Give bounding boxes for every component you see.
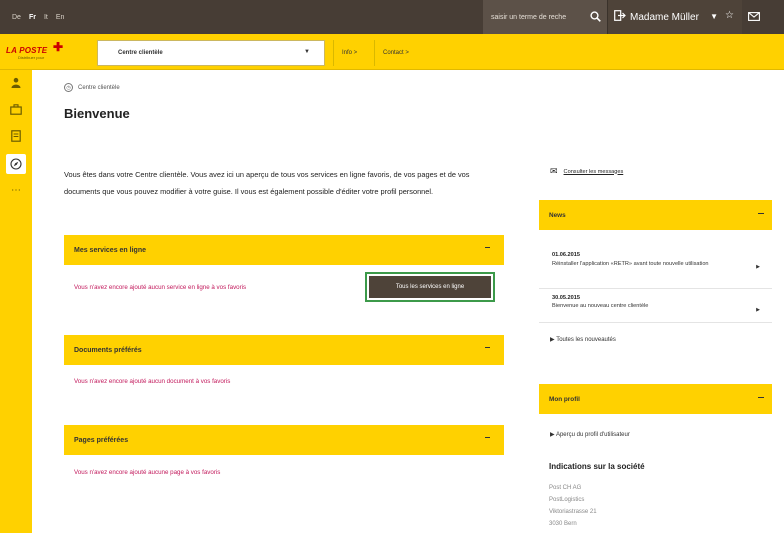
briefcase-icon[interactable]: [9, 104, 23, 118]
chevron-down-icon[interactable]: ▼: [710, 12, 718, 21]
compass-icon[interactable]: [6, 154, 26, 174]
address-line: Post CH AG: [549, 485, 582, 491]
profile-link[interactable]: ▶ Aperçu du profil d'utilisateur: [550, 431, 630, 438]
news-item[interactable]: 30.05.2015 Bienvenue au nouveau centre c…: [539, 295, 772, 313]
section-header-pages[interactable]: Pages préférées: [64, 425, 504, 455]
chevron-down-icon: ▼: [304, 49, 310, 55]
profile-link-label: Aperçu du profil d'utilisateur: [555, 432, 630, 438]
chevron-right-icon: ▶: [756, 307, 760, 313]
section-title: Pages préférées: [74, 436, 129, 444]
receipt-icon[interactable]: [9, 130, 23, 144]
chevron-right-icon: ▶: [550, 432, 555, 438]
user-icon[interactable]: [9, 77, 23, 91]
divider: [539, 322, 772, 323]
empty-message-services: Vous n'avez encore ajouté aucun service …: [74, 284, 247, 291]
logo-text: LA POSTE: [6, 46, 48, 55]
company-address: Post CH AG PostLogistics Viktoriastrasse…: [549, 482, 597, 530]
page-title: Bienvenue: [64, 106, 130, 121]
section-title: Mes services en ligne: [74, 246, 146, 254]
search-input[interactable]: saisir un terme de reche: [483, 0, 607, 34]
section-header-documents[interactable]: Documents préférés: [64, 335, 504, 365]
collapse-icon[interactable]: [485, 347, 490, 348]
user-menu[interactable]: Madame Müller ▼ ☆: [607, 0, 742, 34]
lang-en[interactable]: En: [56, 14, 65, 21]
mail-button[interactable]: [742, 0, 784, 34]
logo-tagline: Distribuer pour: [18, 55, 45, 60]
divider: [539, 288, 772, 289]
news-date: 01.06.2015: [552, 252, 580, 258]
profile-header[interactable]: Mon profil: [539, 384, 772, 414]
address-line: Viktoriastrasse 21: [549, 509, 597, 515]
collapse-icon[interactable]: [758, 397, 764, 398]
more-icon[interactable]: ⋯: [9, 184, 23, 198]
nav-link-contact[interactable]: Contact >: [374, 40, 417, 66]
collapse-icon[interactable]: [485, 247, 490, 248]
breadcrumb: ◷ Centre clientèle: [64, 83, 120, 92]
all-services-button[interactable]: Tous les services en ligne: [365, 272, 495, 302]
chevron-right-icon: ▶: [756, 264, 760, 270]
compass-icon: ◷: [64, 83, 73, 92]
nav-link-info[interactable]: Info >: [333, 40, 365, 66]
collapse-icon[interactable]: [485, 437, 490, 438]
intro-text: Vous êtes dans votre Centre clientèle. V…: [64, 170, 470, 196]
address-line: PostLogistics: [549, 497, 585, 503]
left-rail: ⋯: [0, 70, 32, 533]
mail-icon: ✉: [550, 166, 558, 176]
chevron-right-icon: ▶: [550, 337, 555, 343]
collapse-icon[interactable]: [758, 213, 764, 214]
star-icon[interactable]: ☆: [725, 10, 734, 21]
news-header[interactable]: News: [539, 200, 772, 230]
section-title: Documents préférés: [74, 346, 142, 354]
address-line: 3030 Bern: [549, 521, 577, 527]
all-news-link[interactable]: ▶ Toutes les nouveautés: [550, 336, 616, 343]
section-select[interactable]: Centre clientèle ▼: [97, 40, 325, 66]
user-name: Madame Müller: [630, 11, 699, 23]
profile-title: Mon profil: [549, 395, 580, 403]
empty-message-documents: Vous n'avez encore ajouté aucun document…: [74, 378, 231, 385]
section-header-services[interactable]: Mes services en ligne: [64, 235, 504, 265]
news-item[interactable]: 01.06.2015 Réinstaller l'application «RE…: [539, 252, 772, 270]
lang-fr[interactable]: Fr: [29, 14, 36, 21]
section-select-value: Centre clientèle: [118, 50, 163, 56]
company-title: Indications sur la société: [549, 462, 645, 471]
swiss-cross-icon: ✚: [53, 40, 64, 54]
lang-de[interactable]: De: [12, 14, 21, 21]
mail-icon: [748, 11, 760, 23]
news-text: Bienvenue au nouveau centre clientèle: [552, 303, 649, 309]
lang-it[interactable]: It: [44, 14, 48, 21]
login-icon: [614, 10, 626, 24]
messages-link[interactable]: ✉ Consulter les messages: [550, 166, 623, 177]
empty-message-pages: Vous n'avez encore ajouté aucune page à …: [74, 469, 221, 476]
news-title: News: [549, 211, 566, 219]
search-icon[interactable]: [590, 11, 601, 24]
news-text: Réinstaller l'application «RETR» avant t…: [552, 261, 709, 267]
news-date: 30.05.2015: [552, 295, 580, 301]
search-placeholder: saisir un terme de reche: [491, 13, 567, 21]
messages-link-label: Consulter les messages: [563, 168, 624, 175]
breadcrumb-item[interactable]: Centre clientèle: [78, 85, 120, 91]
all-news-label: Toutes les nouveautés: [556, 337, 616, 343]
la-poste-logo[interactable]: LA POSTE ✚ Distribuer pour: [6, 40, 68, 62]
top-bar: De Fr It En saisir un terme de reche Mad…: [0, 0, 784, 34]
language-switcher: De Fr It En: [12, 0, 64, 34]
all-services-button-label: Tous les services en ligne: [369, 276, 491, 298]
